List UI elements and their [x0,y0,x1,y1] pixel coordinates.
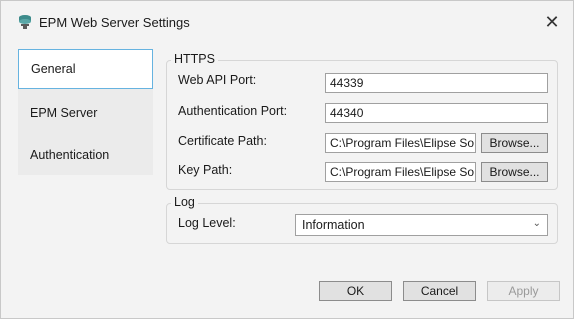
browse-label: Browse... [489,165,540,179]
window-title: EPM Web Server Settings [39,15,190,30]
log-level-label: Log Level: [178,216,236,230]
auth-port-label: Authentication Port: [178,104,288,118]
close-icon: ✕ [544,11,560,32]
log-level-value: Information [302,218,365,232]
key-browse-button[interactable]: Browse... [481,162,548,182]
chevron-down-icon: ⌄ [532,218,541,229]
cancel-label: Cancel [420,284,459,298]
nav-item-general[interactable]: General [18,49,153,89]
close-button[interactable]: ✕ [537,7,567,37]
log-level-select[interactable]: Information ⌄ [295,214,548,236]
ok-button[interactable]: OK [319,281,392,301]
title-bar: EPM Web Server Settings ✕ [1,1,573,41]
cancel-button[interactable]: Cancel [403,281,476,301]
key-path-label: Key Path: [178,163,233,177]
nav-item-label: General [31,62,76,76]
browse-label: Browse... [489,136,540,150]
server-stack-icon [17,14,33,30]
apply-button[interactable]: Apply [487,281,560,301]
key-path-input[interactable]: C:\Program Files\Elipse So [325,162,476,182]
nav-item-epm-server[interactable]: EPM Server [18,93,153,133]
settings-dialog: EPM Web Server Settings ✕ General EPM Se… [0,0,574,319]
log-group-title: Log [171,195,198,209]
nav-item-label: EPM Server [30,106,98,120]
cert-path-label: Certificate Path: [178,134,267,148]
ok-label: OK [346,284,365,298]
https-group-title: HTTPS [171,52,218,66]
nav-item-label: Authentication [30,148,110,162]
apply-label: Apply [508,284,539,298]
auth-port-input[interactable]: 44340 [325,103,548,123]
web-api-port-label: Web API Port: [178,73,257,87]
cert-browse-button[interactable]: Browse... [481,133,548,153]
cert-path-input[interactable]: C:\Program Files\Elipse So [325,133,476,153]
web-api-port-input[interactable]: 44339 [325,73,548,93]
nav-item-authentication[interactable]: Authentication [18,135,153,175]
